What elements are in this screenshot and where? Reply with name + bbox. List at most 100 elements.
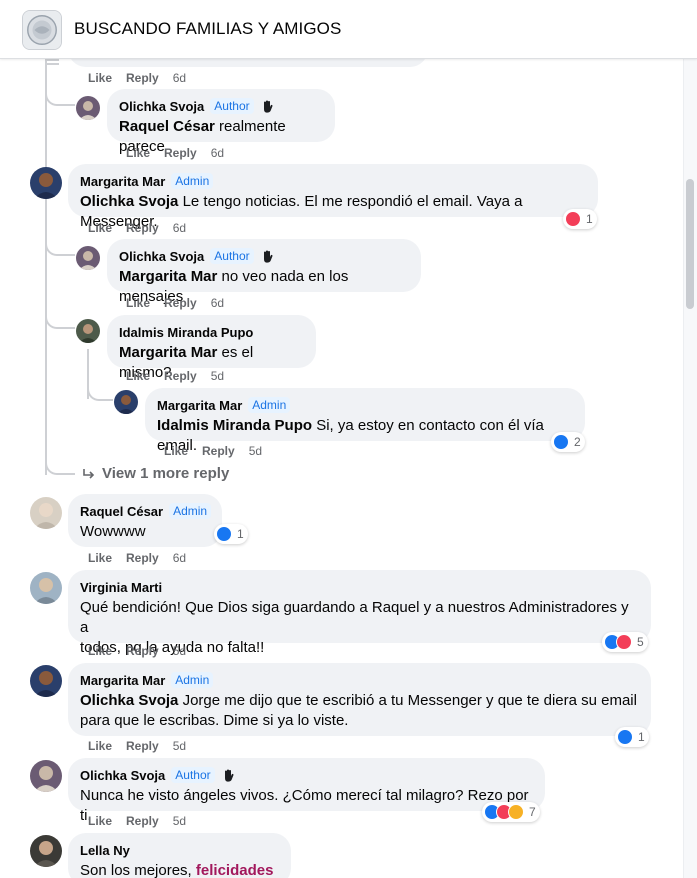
group-title[interactable]: BUSCANDO FAMILIAS Y AMIGOS — [74, 19, 341, 39]
comment-author[interactable]: Idalmis Miranda Pupo — [119, 325, 253, 340]
reaction-summary[interactable]: 1 — [214, 524, 248, 544]
mention[interactable]: Margarita Mar — [119, 268, 217, 285]
comment-text: Jorge me dijo que te escribió a tu Messe… — [182, 692, 637, 709]
comment-author[interactable]: Margarita Mar — [157, 398, 242, 413]
hashtag-link[interactable]: felicidades — [196, 862, 274, 878]
comment-bubble: Olichka Svoja Author Margarita Mar no ve… — [107, 239, 421, 305]
mention[interactable]: Margarita Mar — [119, 344, 217, 361]
avatar[interactable] — [76, 246, 100, 270]
like-button[interactable]: Like — [126, 369, 150, 383]
timestamp[interactable]: 5d — [249, 444, 262, 458]
comment-actions: Like Reply 6d — [88, 71, 186, 85]
reply-button[interactable]: Reply — [126, 644, 159, 658]
timestamp[interactable]: 5d — [173, 739, 186, 753]
reply-button[interactable]: Reply — [126, 739, 159, 753]
reaction-count: 1 — [237, 527, 244, 541]
timestamp[interactable]: 5d — [173, 814, 186, 828]
mention[interactable]: Raquel César — [119, 118, 215, 135]
comment-actions: Like Reply 6d — [88, 551, 186, 565]
like-button[interactable]: Like — [88, 551, 112, 565]
reply-button[interactable]: Reply — [126, 814, 159, 828]
thread-connector — [87, 371, 113, 401]
thread-connector — [45, 297, 75, 329]
like-reaction-icon — [617, 729, 633, 745]
like-button[interactable]: Like — [126, 146, 150, 160]
like-button[interactable]: Like — [88, 739, 112, 753]
avatar[interactable] — [30, 835, 62, 867]
comment-actions: Like Reply 5d — [126, 369, 224, 383]
avatar[interactable] — [30, 665, 62, 697]
scrollbar[interactable] — [683, 59, 697, 878]
comment-actions: Like Reply 5d — [88, 644, 186, 658]
mention[interactable]: Olichka Svoja — [80, 692, 178, 709]
like-reaction-icon — [216, 526, 232, 542]
like-button[interactable]: Like — [88, 221, 112, 235]
reaction-summary[interactable]: 1 — [563, 209, 597, 229]
comment-author[interactable]: Raquel César — [80, 504, 163, 519]
reply-button[interactable]: Reply — [202, 444, 235, 458]
reaction-summary[interactable]: 7 — [482, 802, 540, 822]
author-badge: Author — [210, 248, 254, 264]
comment-actions: Like Reply 5d — [88, 739, 186, 753]
avatar[interactable] — [30, 572, 62, 604]
comment-text: Wowwww — [80, 523, 146, 540]
reaction-summary[interactable]: 5 — [602, 632, 648, 652]
comment-bubble: Margarita Mar Admin Olichka Svoja Le ten… — [68, 164, 598, 230]
reply-button[interactable]: Reply — [126, 221, 159, 235]
reply-button[interactable]: Reply — [164, 146, 197, 160]
timestamp[interactable]: 6d — [211, 146, 224, 160]
timestamp[interactable]: 6d — [173, 221, 186, 235]
reply-arrow-icon — [83, 468, 95, 479]
like-button[interactable]: Like — [88, 644, 112, 658]
reply-button[interactable]: Reply — [126, 71, 159, 85]
avatar[interactable] — [76, 96, 100, 120]
timestamp[interactable]: 6d — [173, 551, 186, 565]
scrollbar-thumb[interactable] — [686, 179, 694, 309]
wave-hand-icon — [224, 769, 234, 782]
reply-button[interactable]: Reply — [126, 551, 159, 565]
thread-connector — [45, 59, 75, 106]
comment-actions: Like Reply 6d — [88, 221, 186, 235]
avatar[interactable] — [114, 390, 138, 414]
comment-actions: Like Reply 5d — [88, 814, 186, 828]
like-button[interactable]: Like — [88, 71, 112, 85]
comment-author[interactable]: Olichka Svoja — [119, 99, 204, 114]
author-badge: Author — [171, 767, 215, 783]
comment-author[interactable]: Virginia Marti — [80, 580, 162, 595]
avatar[interactable] — [30, 167, 62, 199]
group-avatar[interactable] — [22, 10, 62, 50]
admin-badge: Admin — [171, 672, 214, 688]
mention[interactable]: Olichka Svoja — [80, 193, 178, 210]
love-reaction-icon — [616, 634, 632, 650]
wave-hand-icon — [263, 100, 273, 113]
reply-button[interactable]: Reply — [164, 296, 197, 310]
view-more-replies[interactable]: View 1 more reply — [82, 465, 229, 482]
like-button[interactable]: Like — [126, 296, 150, 310]
avatar[interactable] — [30, 497, 62, 529]
like-button[interactable]: Like — [164, 444, 188, 458]
reaction-count: 5 — [637, 635, 644, 649]
timestamp[interactable]: 6d — [173, 71, 186, 85]
comment-author[interactable]: Margarita Mar — [80, 673, 165, 688]
comment-actions: Like Reply 6d — [126, 146, 224, 160]
comment-bubble: Virginia Marti Qué bendición! Que Dios s… — [68, 570, 651, 656]
group-header: BUSCANDO FAMILIAS Y AMIGOS — [0, 0, 697, 59]
avatar[interactable] — [76, 319, 100, 343]
wave-hand-icon — [263, 250, 273, 263]
timestamp[interactable]: 5d — [173, 644, 186, 658]
comment-author[interactable]: Margarita Mar — [80, 174, 165, 189]
reply-button[interactable]: Reply — [164, 369, 197, 383]
timestamp[interactable]: 6d — [211, 296, 224, 310]
comment-actions: Like Reply 5d — [164, 444, 262, 458]
comment-author[interactable]: Lella Ny — [80, 843, 130, 858]
reaction-summary[interactable]: 1 — [615, 727, 649, 747]
comment-author[interactable]: Olichka Svoja — [119, 249, 204, 264]
like-button[interactable]: Like — [88, 814, 112, 828]
reaction-summary[interactable]: 2 — [551, 432, 585, 452]
mention[interactable]: Idalmis Miranda Pupo — [157, 417, 312, 434]
admin-badge: Admin — [248, 397, 291, 413]
timestamp[interactable]: 5d — [211, 369, 224, 383]
comment-author[interactable]: Olichka Svoja — [80, 768, 165, 783]
avatar[interactable] — [30, 760, 62, 792]
comment-text: Son los mejores, — [80, 862, 192, 878]
